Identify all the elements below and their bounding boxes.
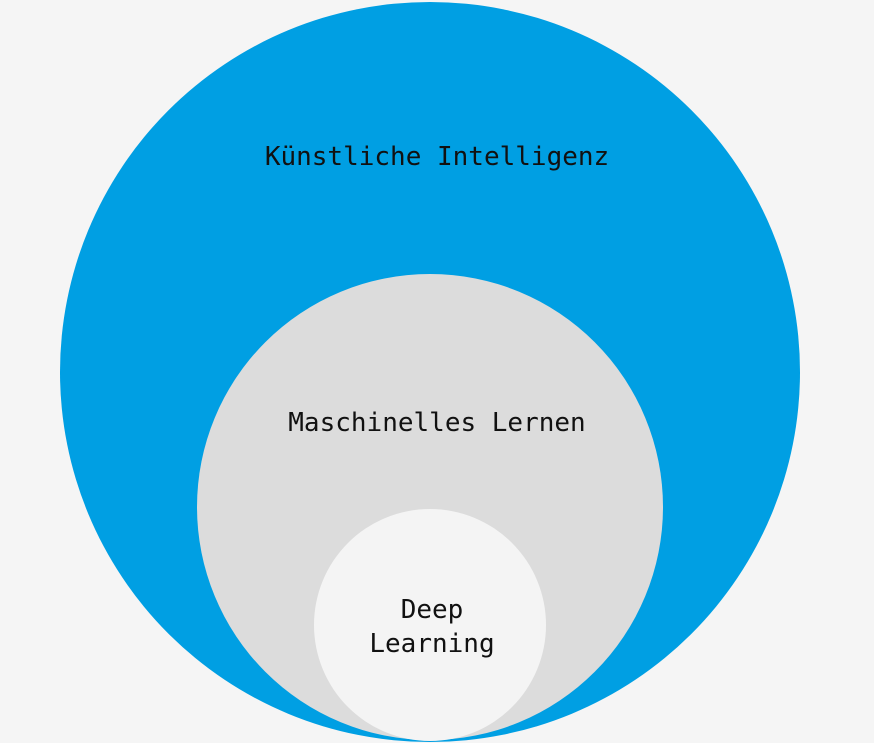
ml-label: Maschinelles Lernen	[288, 408, 585, 438]
diagram-canvas: Künstliche Intelligenz Maschinelles Lern…	[0, 0, 874, 743]
dl-circle	[314, 509, 546, 741]
nested-circles-diagram: Künstliche Intelligenz Maschinelles Lern…	[60, 2, 800, 742]
dl-label-line2: Learning	[369, 629, 494, 659]
ai-label: Künstliche Intelligenz	[265, 142, 609, 172]
dl-label-line1: Deep	[401, 595, 464, 625]
